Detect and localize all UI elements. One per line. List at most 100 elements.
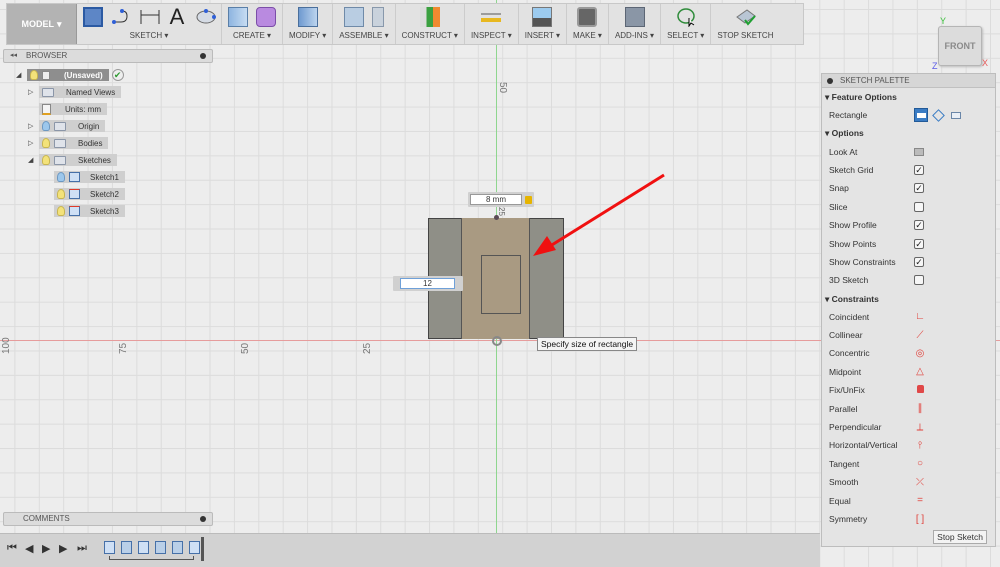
- horizontal-vertical-icon[interactable]: ⫯: [914, 440, 926, 451]
- tree-item-root[interactable]: ◢ (Unsaved) ✔: [16, 69, 124, 81]
- collinear-icon[interactable]: ⟋: [914, 330, 926, 341]
- toolbar-group-inspect[interactable]: INSPECT ▾: [465, 4, 519, 44]
- comments-header[interactable]: COMMENTS: [3, 512, 213, 526]
- constraint-midpoint[interactable]: Midpoint △: [822, 363, 995, 381]
- form-icon[interactable]: [256, 7, 276, 27]
- dimension-icon[interactable]: [139, 7, 160, 27]
- tree-item-sketch2[interactable]: Sketch2: [54, 188, 125, 200]
- sketch-palette-header[interactable]: SKETCH PALETTE: [822, 74, 995, 88]
- visibility-bulb-icon[interactable]: [42, 155, 50, 165]
- toolbar-group-make[interactable]: MAKE ▾: [567, 4, 609, 44]
- spline-icon[interactable]: [111, 7, 131, 27]
- constraint-symmetry[interactable]: Symmetry [ ]: [822, 510, 995, 528]
- tree-item-sketches[interactable]: ◢ Sketches: [28, 154, 117, 166]
- constraint-equal[interactable]: Equal =: [822, 491, 995, 509]
- measure-icon[interactable]: [480, 7, 502, 27]
- show-constraints-checkbox[interactable]: ✓: [914, 256, 924, 267]
- equal-icon[interactable]: =: [914, 495, 926, 506]
- expand-toggle-icon[interactable]: ▷: [28, 88, 36, 96]
- perpendicular-icon[interactable]: ⟂: [914, 422, 926, 433]
- symmetry-icon[interactable]: [ ]: [914, 514, 926, 525]
- constraint-parallel[interactable]: Parallel ∥: [822, 399, 995, 417]
- visibility-bulb-icon[interactable]: [57, 189, 65, 199]
- insert-image-icon[interactable]: [532, 7, 553, 27]
- section-feature-options[interactable]: ▾ Feature Options: [822, 88, 995, 106]
- collapse-icon[interactable]: ◂◂: [10, 50, 17, 62]
- pin-icon[interactable]: [200, 516, 206, 522]
- toolbar-group-modify[interactable]: MODIFY ▾: [283, 4, 334, 44]
- section-options[interactable]: ▾ Options: [822, 124, 995, 142]
- toolbar-group-stop-sketch[interactable]: STOP SKETCH: [711, 4, 779, 44]
- offset-plane-icon[interactable]: [419, 7, 440, 27]
- center-rectangle-icon[interactable]: [951, 111, 961, 119]
- visibility-bulb-icon[interactable]: [30, 70, 38, 80]
- 3d-print-icon[interactable]: [577, 7, 598, 27]
- new-component-icon[interactable]: [343, 7, 364, 27]
- look-at-icon[interactable]: [914, 147, 924, 156]
- tree-item-named-views[interactable]: ▷ Named Views: [28, 86, 122, 98]
- press-pull-icon[interactable]: [297, 7, 318, 27]
- lock-icon[interactable]: [914, 384, 926, 396]
- create-sketch-icon[interactable]: [83, 7, 103, 27]
- text-icon[interactable]: A: [167, 6, 187, 28]
- joint-icon[interactable]: [371, 7, 384, 27]
- 3d-sketch-checkbox[interactable]: [914, 275, 924, 286]
- tree-item-bodies[interactable]: ▷ Bodies: [28, 137, 109, 149]
- width-dimension-input[interactable]: 8 mm: [470, 194, 522, 205]
- constraint-tangent[interactable]: Tangent ○: [822, 455, 995, 473]
- timeline-step-sketch[interactable]: [104, 541, 115, 554]
- parallel-icon[interactable]: ∥: [914, 403, 926, 414]
- toolbar-group-create[interactable]: CREATE ▾: [222, 4, 283, 44]
- pin-icon[interactable]: [200, 53, 206, 59]
- constraint-smooth[interactable]: Smooth ⤫: [822, 473, 995, 491]
- viewcube[interactable]: FRONT: [938, 26, 982, 66]
- visibility-bulb-icon[interactable]: [57, 206, 65, 216]
- workspace-switcher[interactable]: MODEL ▾: [7, 4, 77, 44]
- tree-item-units[interactable]: Units: mm: [28, 103, 107, 115]
- visibility-bulb-icon[interactable]: [57, 172, 65, 182]
- toolbar-group-select[interactable]: SELECT ▾: [661, 4, 712, 44]
- toolbar-group-sketch[interactable]: A SKETCH ▾: [77, 4, 222, 44]
- timeline-step-sketch[interactable]: [138, 541, 149, 554]
- step-forward-icon[interactable]: ▶: [59, 542, 67, 555]
- toolbar-group-construct[interactable]: CONSTRUCT ▾: [396, 4, 465, 44]
- snap-checkbox[interactable]: ✓: [914, 183, 924, 194]
- toolbar-group-assemble[interactable]: ASSEMBLE ▾: [333, 4, 396, 44]
- constraint-coincident[interactable]: Coincident ∟: [822, 308, 995, 326]
- section-constraints[interactable]: ▾ Constraints: [822, 290, 995, 308]
- concentric-icon[interactable]: ◎: [914, 348, 926, 359]
- go-to-end-icon[interactable]: ⏭: [77, 542, 87, 555]
- timeline-step-extrude[interactable]: [121, 541, 132, 554]
- constraint-fix-unfix[interactable]: Fix/UnFix: [822, 381, 995, 399]
- expand-toggle-icon[interactable]: ◢: [28, 156, 36, 164]
- coincident-icon[interactable]: ∟: [914, 311, 926, 322]
- tangent-icon[interactable]: ○: [914, 458, 926, 469]
- tree-item-sketch3[interactable]: Sketch3: [54, 205, 125, 217]
- constraint-horizontal-vertical[interactable]: Horizontal/Vertical ⫯: [822, 436, 995, 454]
- visibility-bulb-icon[interactable]: [42, 138, 50, 148]
- extrude-icon[interactable]: [228, 7, 248, 27]
- browser-header[interactable]: ◂◂ BROWSER: [3, 49, 213, 63]
- constraint-concentric[interactable]: Concentric ◎: [822, 344, 995, 362]
- show-profile-checkbox[interactable]: ✓: [914, 220, 924, 231]
- expand-toggle-icon[interactable]: ▷: [28, 122, 36, 130]
- timeline-marker[interactable]: [201, 537, 204, 561]
- lasso-select-icon[interactable]: [676, 7, 696, 28]
- origin-point[interactable]: [492, 336, 502, 346]
- go-to-start-icon[interactable]: ⏮: [7, 542, 17, 555]
- smooth-icon[interactable]: ⤫: [914, 477, 926, 488]
- scripts-icon[interactable]: [624, 7, 645, 27]
- timeline-step-extrude[interactable]: [172, 541, 183, 554]
- three-point-rectangle-icon[interactable]: [932, 108, 945, 122]
- tree-item-sketch1[interactable]: Sketch1: [54, 171, 125, 183]
- expand-toggle-icon[interactable]: ◢: [16, 71, 24, 79]
- tree-item-origin[interactable]: ▷ Origin: [28, 120, 106, 132]
- play-icon[interactable]: ▶: [42, 542, 50, 555]
- step-back-icon[interactable]: ◀: [25, 542, 33, 555]
- active-check-icon[interactable]: ✔: [111, 69, 124, 81]
- collapse-icon[interactable]: [827, 78, 833, 84]
- constraint-perpendicular[interactable]: Perpendicular ⟂: [822, 418, 995, 436]
- toolbar-group-insert[interactable]: INSERT ▾: [519, 4, 568, 44]
- show-points-checkbox[interactable]: ✓: [914, 238, 924, 249]
- two-point-rectangle-icon[interactable]: [914, 108, 928, 123]
